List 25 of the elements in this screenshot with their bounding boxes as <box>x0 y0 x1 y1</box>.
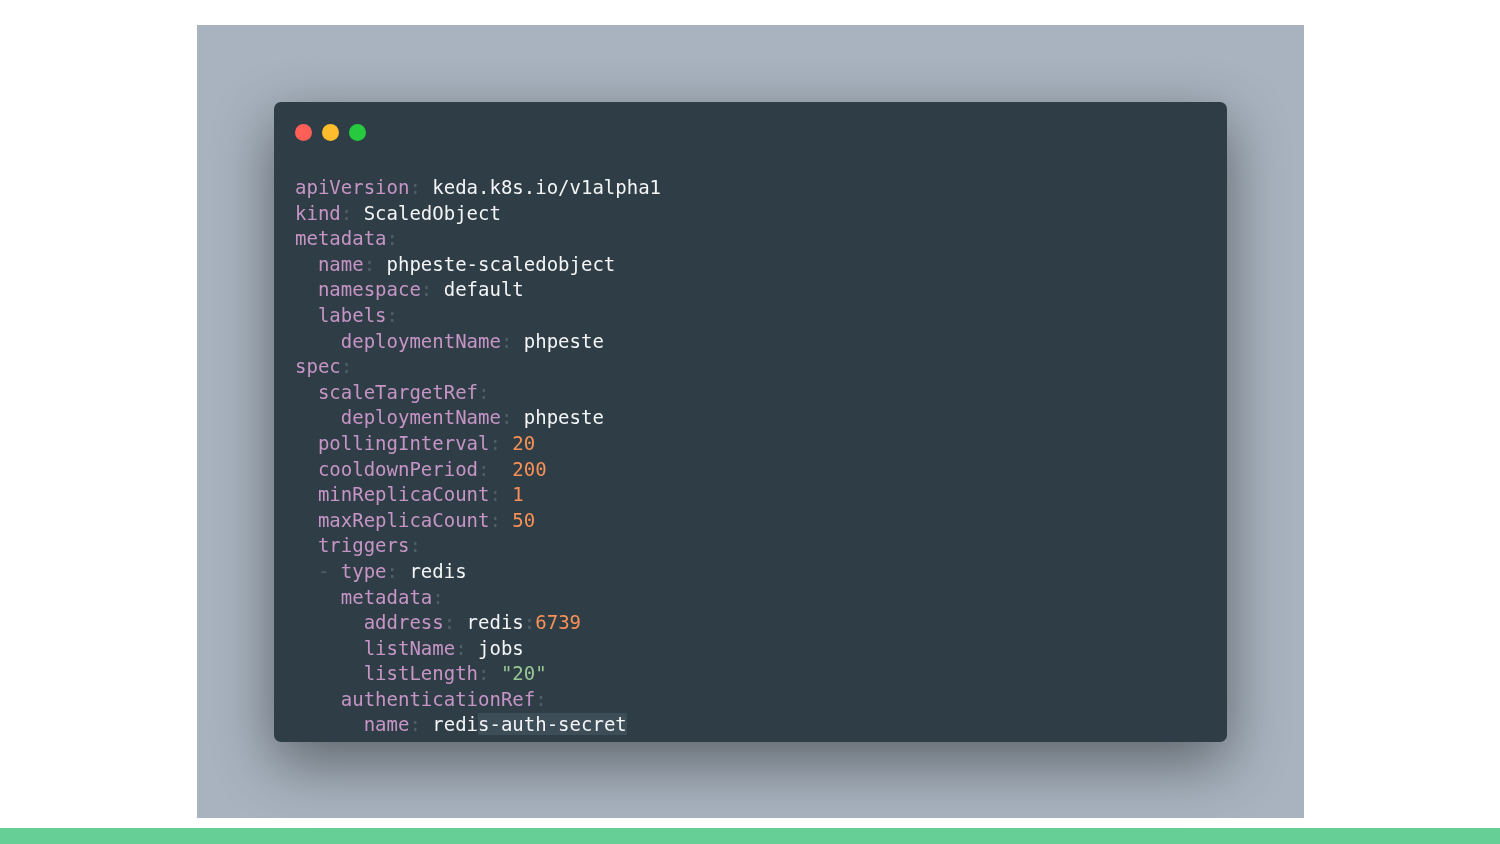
code-line: minReplicaCount: 1 <box>316 482 524 508</box>
code-line: namespace: default <box>316 277 524 303</box>
code-line: - type: redis <box>316 558 467 584</box>
close-icon <box>295 123 312 141</box>
code-line: scaleTargetRef: <box>316 379 490 405</box>
code-line: deploymentName: phpeste <box>339 328 604 354</box>
minimize-icon <box>322 123 339 141</box>
code-line: authenticationRef: <box>339 686 547 712</box>
code-line: labels: <box>316 302 398 328</box>
code-line: deploymentName: phpeste <box>339 405 604 431</box>
code-line: cooldownPeriod: 200 <box>316 456 547 482</box>
code-line: metadata: <box>339 584 444 610</box>
code-line: maxReplicaCount: 50 <box>316 507 536 533</box>
code-line: spec: <box>295 354 353 380</box>
code-line: listName: jobs <box>362 635 524 661</box>
code-line: listLength: "20" <box>362 661 547 687</box>
code-line: kind: ScaledObject <box>295 200 501 226</box>
maximize-icon <box>349 123 366 141</box>
code-line: name: phpeste-scaledobject <box>316 251 616 277</box>
code-line: triggers: <box>316 533 421 559</box>
code-line: pollingInterval: 20 <box>316 430 536 456</box>
code-line: address: redis:6739 <box>362 610 582 636</box>
code-line: metadata: <box>295 226 398 252</box>
code-line: name: redis-auth-secret <box>362 712 627 738</box>
code-line: apiVersion: keda.k8s.io/v1alpha1 <box>295 175 662 200</box>
